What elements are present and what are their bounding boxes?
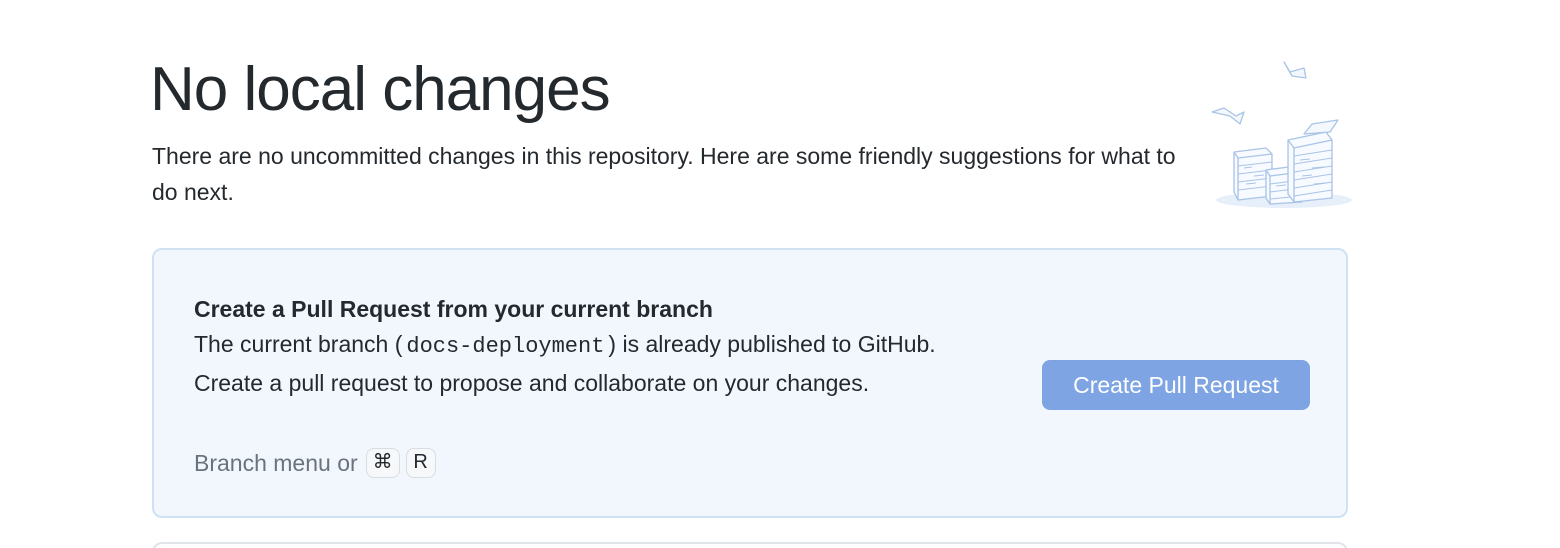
create-pull-request-card: Create a Pull Request from your current … bbox=[152, 248, 1348, 518]
page-subtitle: There are no uncommitted changes in this… bbox=[152, 143, 1176, 205]
branch-name: docs-deployment bbox=[406, 334, 605, 359]
no-changes-view: No local changes There are no uncommitte… bbox=[0, 0, 1560, 548]
description-prefix: The current branch ( bbox=[194, 331, 403, 357]
create-pull-request-button[interactable]: Create Pull Request bbox=[1042, 360, 1310, 410]
command-key: ⌘ bbox=[365, 448, 400, 478]
page-title: No local changes bbox=[150, 55, 611, 124]
keyboard-shortcut-hint: Branch menu or ⌘ R bbox=[194, 446, 436, 480]
next-suggestion-card bbox=[152, 542, 1348, 548]
paper-stacks-illustration-icon bbox=[1208, 56, 1358, 212]
shortcut-prefix: Branch menu or bbox=[194, 450, 358, 476]
card-description: The current branch (docs-deployment) is … bbox=[194, 326, 954, 401]
card-title: Create a Pull Request from your current … bbox=[194, 296, 713, 322]
r-key: R bbox=[405, 448, 436, 478]
